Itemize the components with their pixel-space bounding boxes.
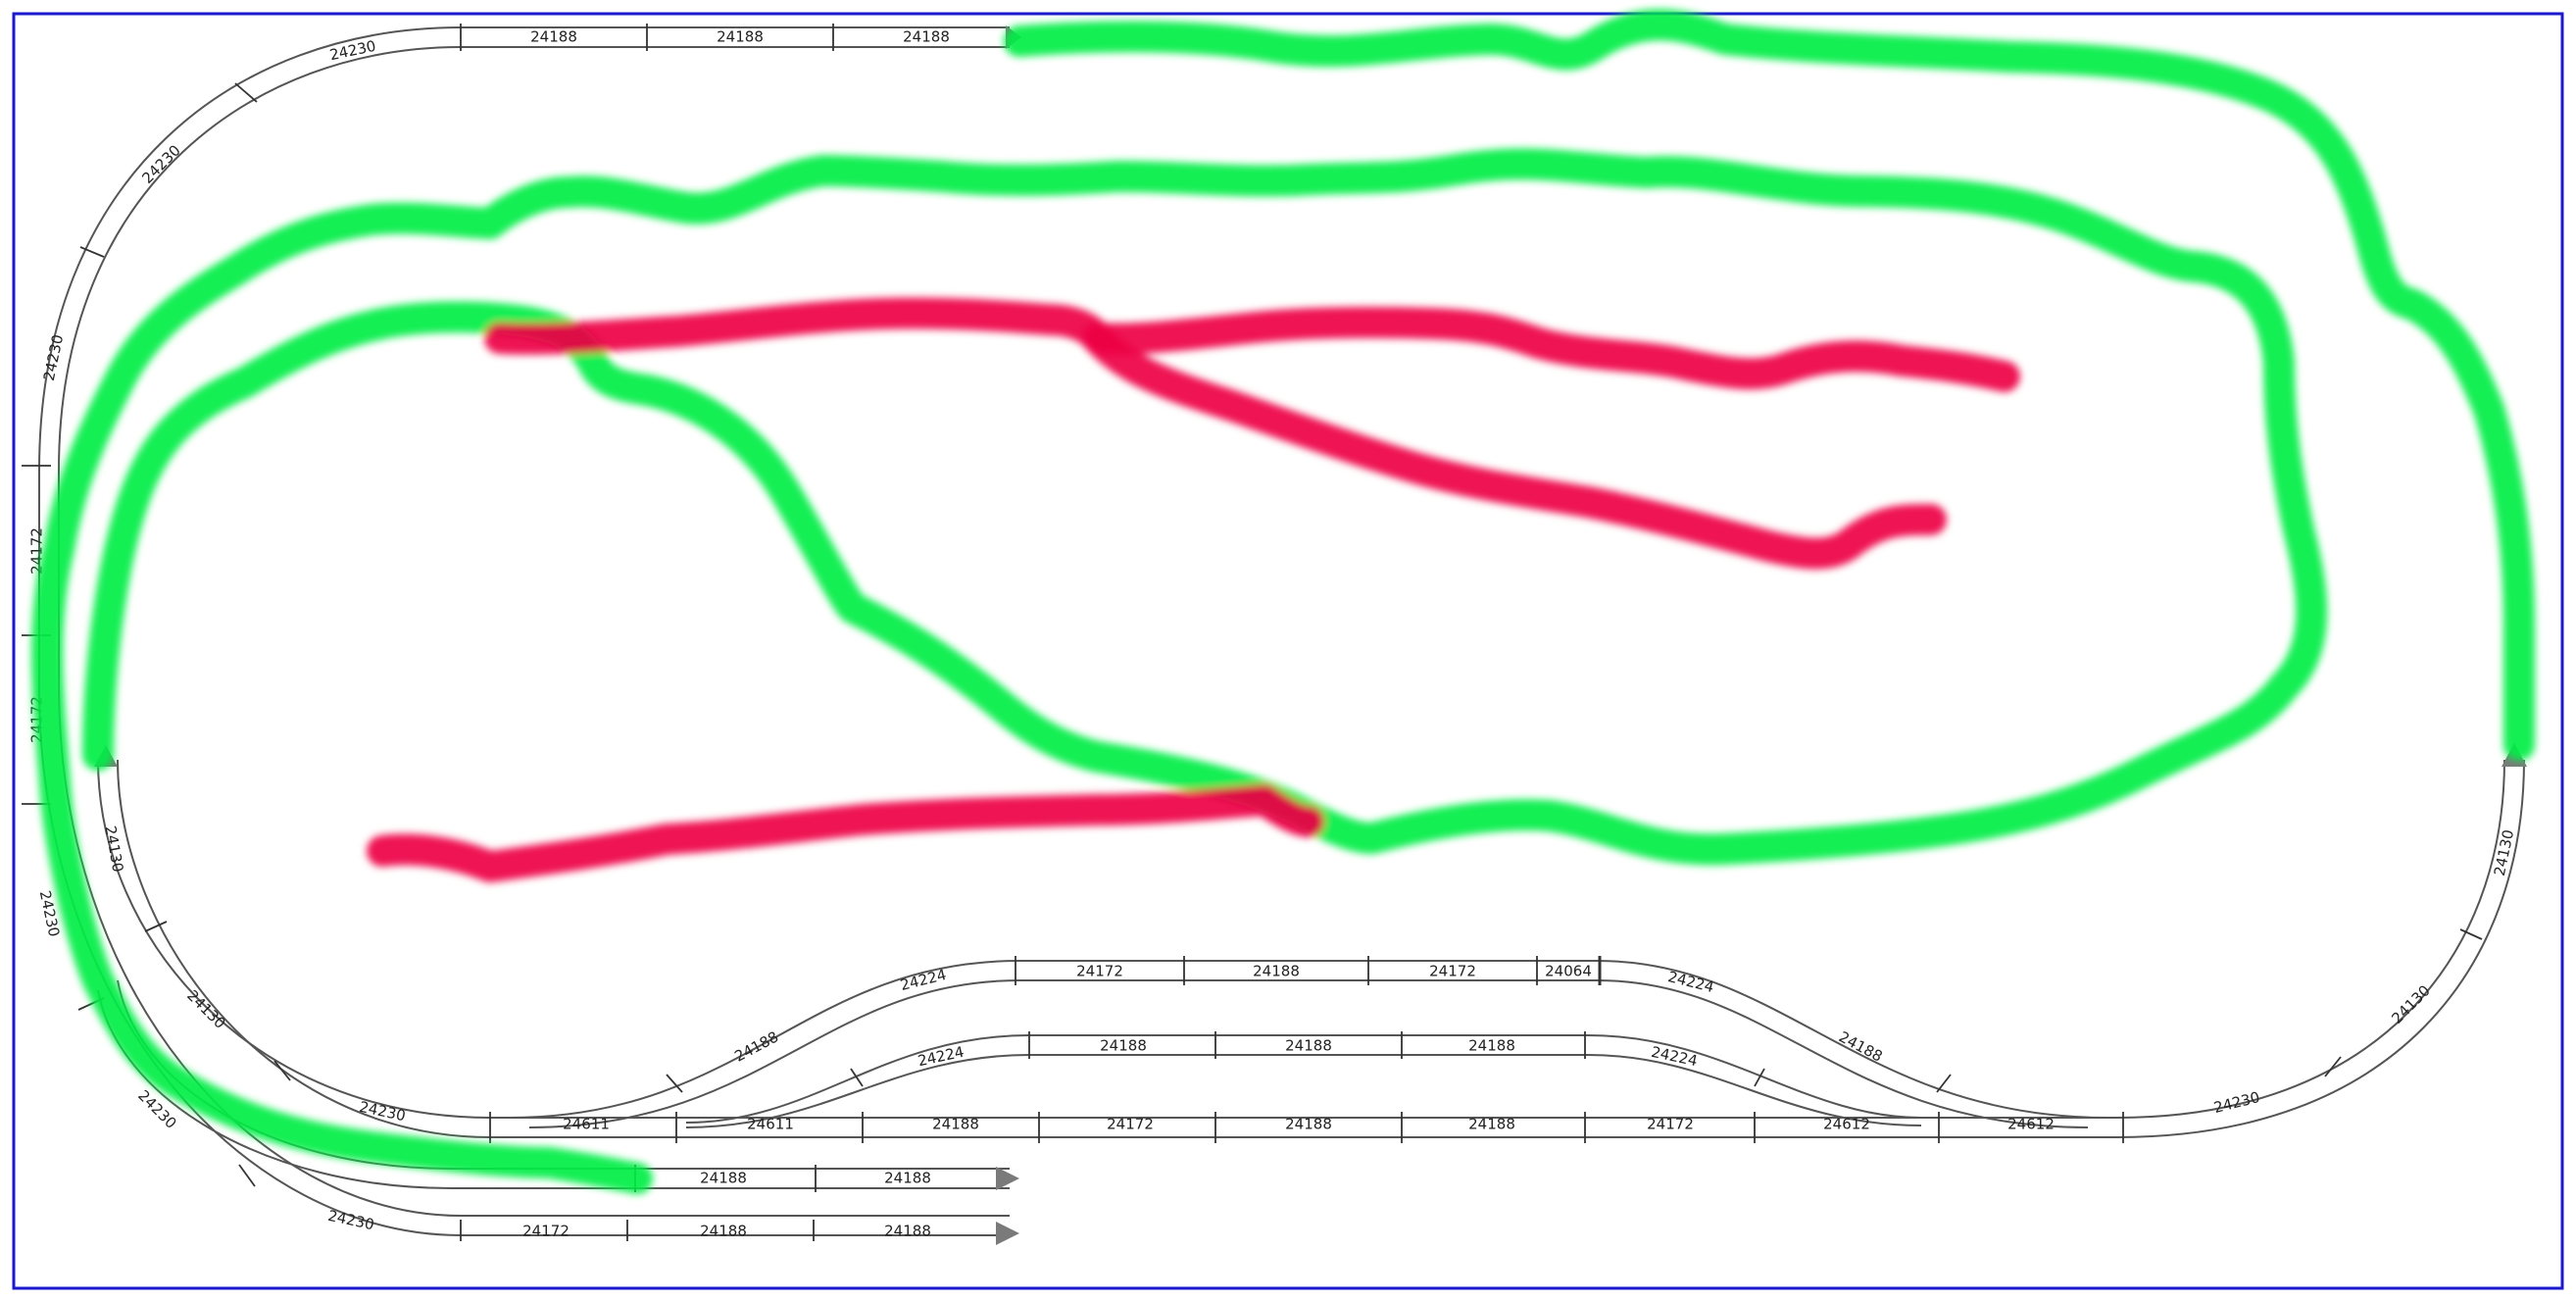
- main-straight-label-9: 24612: [2007, 1116, 2055, 1133]
- right-curve-label-2: 24130: [2388, 981, 2433, 1026]
- stub-1-label-1: 24188: [700, 1170, 747, 1187]
- top-straight-label-3: 24188: [903, 28, 950, 46]
- main-straight-label-8: 24612: [1823, 1116, 1870, 1133]
- stub-2-label-1: 24172: [522, 1223, 570, 1240]
- green-route-middle: [31, 148, 2328, 1194]
- top-straight-label-2: 24188: [717, 28, 764, 46]
- stub-1-rail-a: [117, 979, 1010, 1170]
- middle-siding-label-2: 24188: [1285, 1037, 1332, 1055]
- main-straight-label-1: 24611: [563, 1116, 610, 1133]
- top-left-curve-label-2: 24230: [138, 141, 183, 186]
- upper-siding-label-2: 24188: [1253, 963, 1300, 980]
- stub-2-label-2: 24188: [700, 1223, 747, 1240]
- main-straight-label-3: 24188: [932, 1116, 979, 1133]
- main-straight-label-5: 24188: [1285, 1116, 1332, 1133]
- red-route-lower: [367, 784, 1324, 882]
- upper-siding-label-4: 24064: [1545, 963, 1592, 980]
- arrow-stub-2-end-icon: [996, 1222, 1019, 1245]
- middle-siding-label-1: 24188: [1100, 1037, 1147, 1055]
- upper-siding-curve-label-2: 24188: [731, 1027, 781, 1065]
- stub-1-label-2: 24188: [884, 1170, 931, 1187]
- main-straight-label-4: 24172: [1107, 1116, 1154, 1133]
- main-straight-label-6: 24188: [1468, 1116, 1515, 1133]
- route-markings: [31, 9, 2535, 1194]
- left-outer-curve-label-3: 24230: [326, 1207, 375, 1234]
- main-straight-label-2: 24611: [747, 1116, 794, 1133]
- right-curve-label-1: 24130: [2491, 828, 2518, 877]
- main-straight-label-7: 24172: [1647, 1116, 1694, 1133]
- stub-2-label-3: 24188: [884, 1223, 931, 1240]
- right-curve-label-3: 24230: [2212, 1088, 2262, 1117]
- upper-siding-label-1: 24172: [1076, 963, 1123, 980]
- upper-siding-label-3: 24172: [1429, 963, 1476, 980]
- red-route-upper: [484, 297, 2020, 392]
- left-inner-curve-label-2: 24130: [183, 986, 228, 1031]
- top-left-curve-label-3: 24230: [40, 333, 68, 382]
- right-curve-rail-b: [2116, 759, 2525, 1138]
- arrow-stub-1-end-icon: [996, 1167, 1019, 1190]
- right-curve-rail-a: [2116, 759, 2505, 1119]
- upper-siding-curve-label-3: 24224: [1666, 968, 1716, 996]
- left-inner-curve-label-1: 24130: [101, 825, 126, 874]
- top-straight-label-1: 24188: [530, 28, 577, 46]
- track-layout-diagram: 24188 24188 24188 24230 24230 24230 2417…: [12, 9, 2564, 1290]
- middle-siding-label-3: 24188: [1468, 1037, 1515, 1055]
- upper-siding-curve-label-4: 24188: [1836, 1027, 1886, 1065]
